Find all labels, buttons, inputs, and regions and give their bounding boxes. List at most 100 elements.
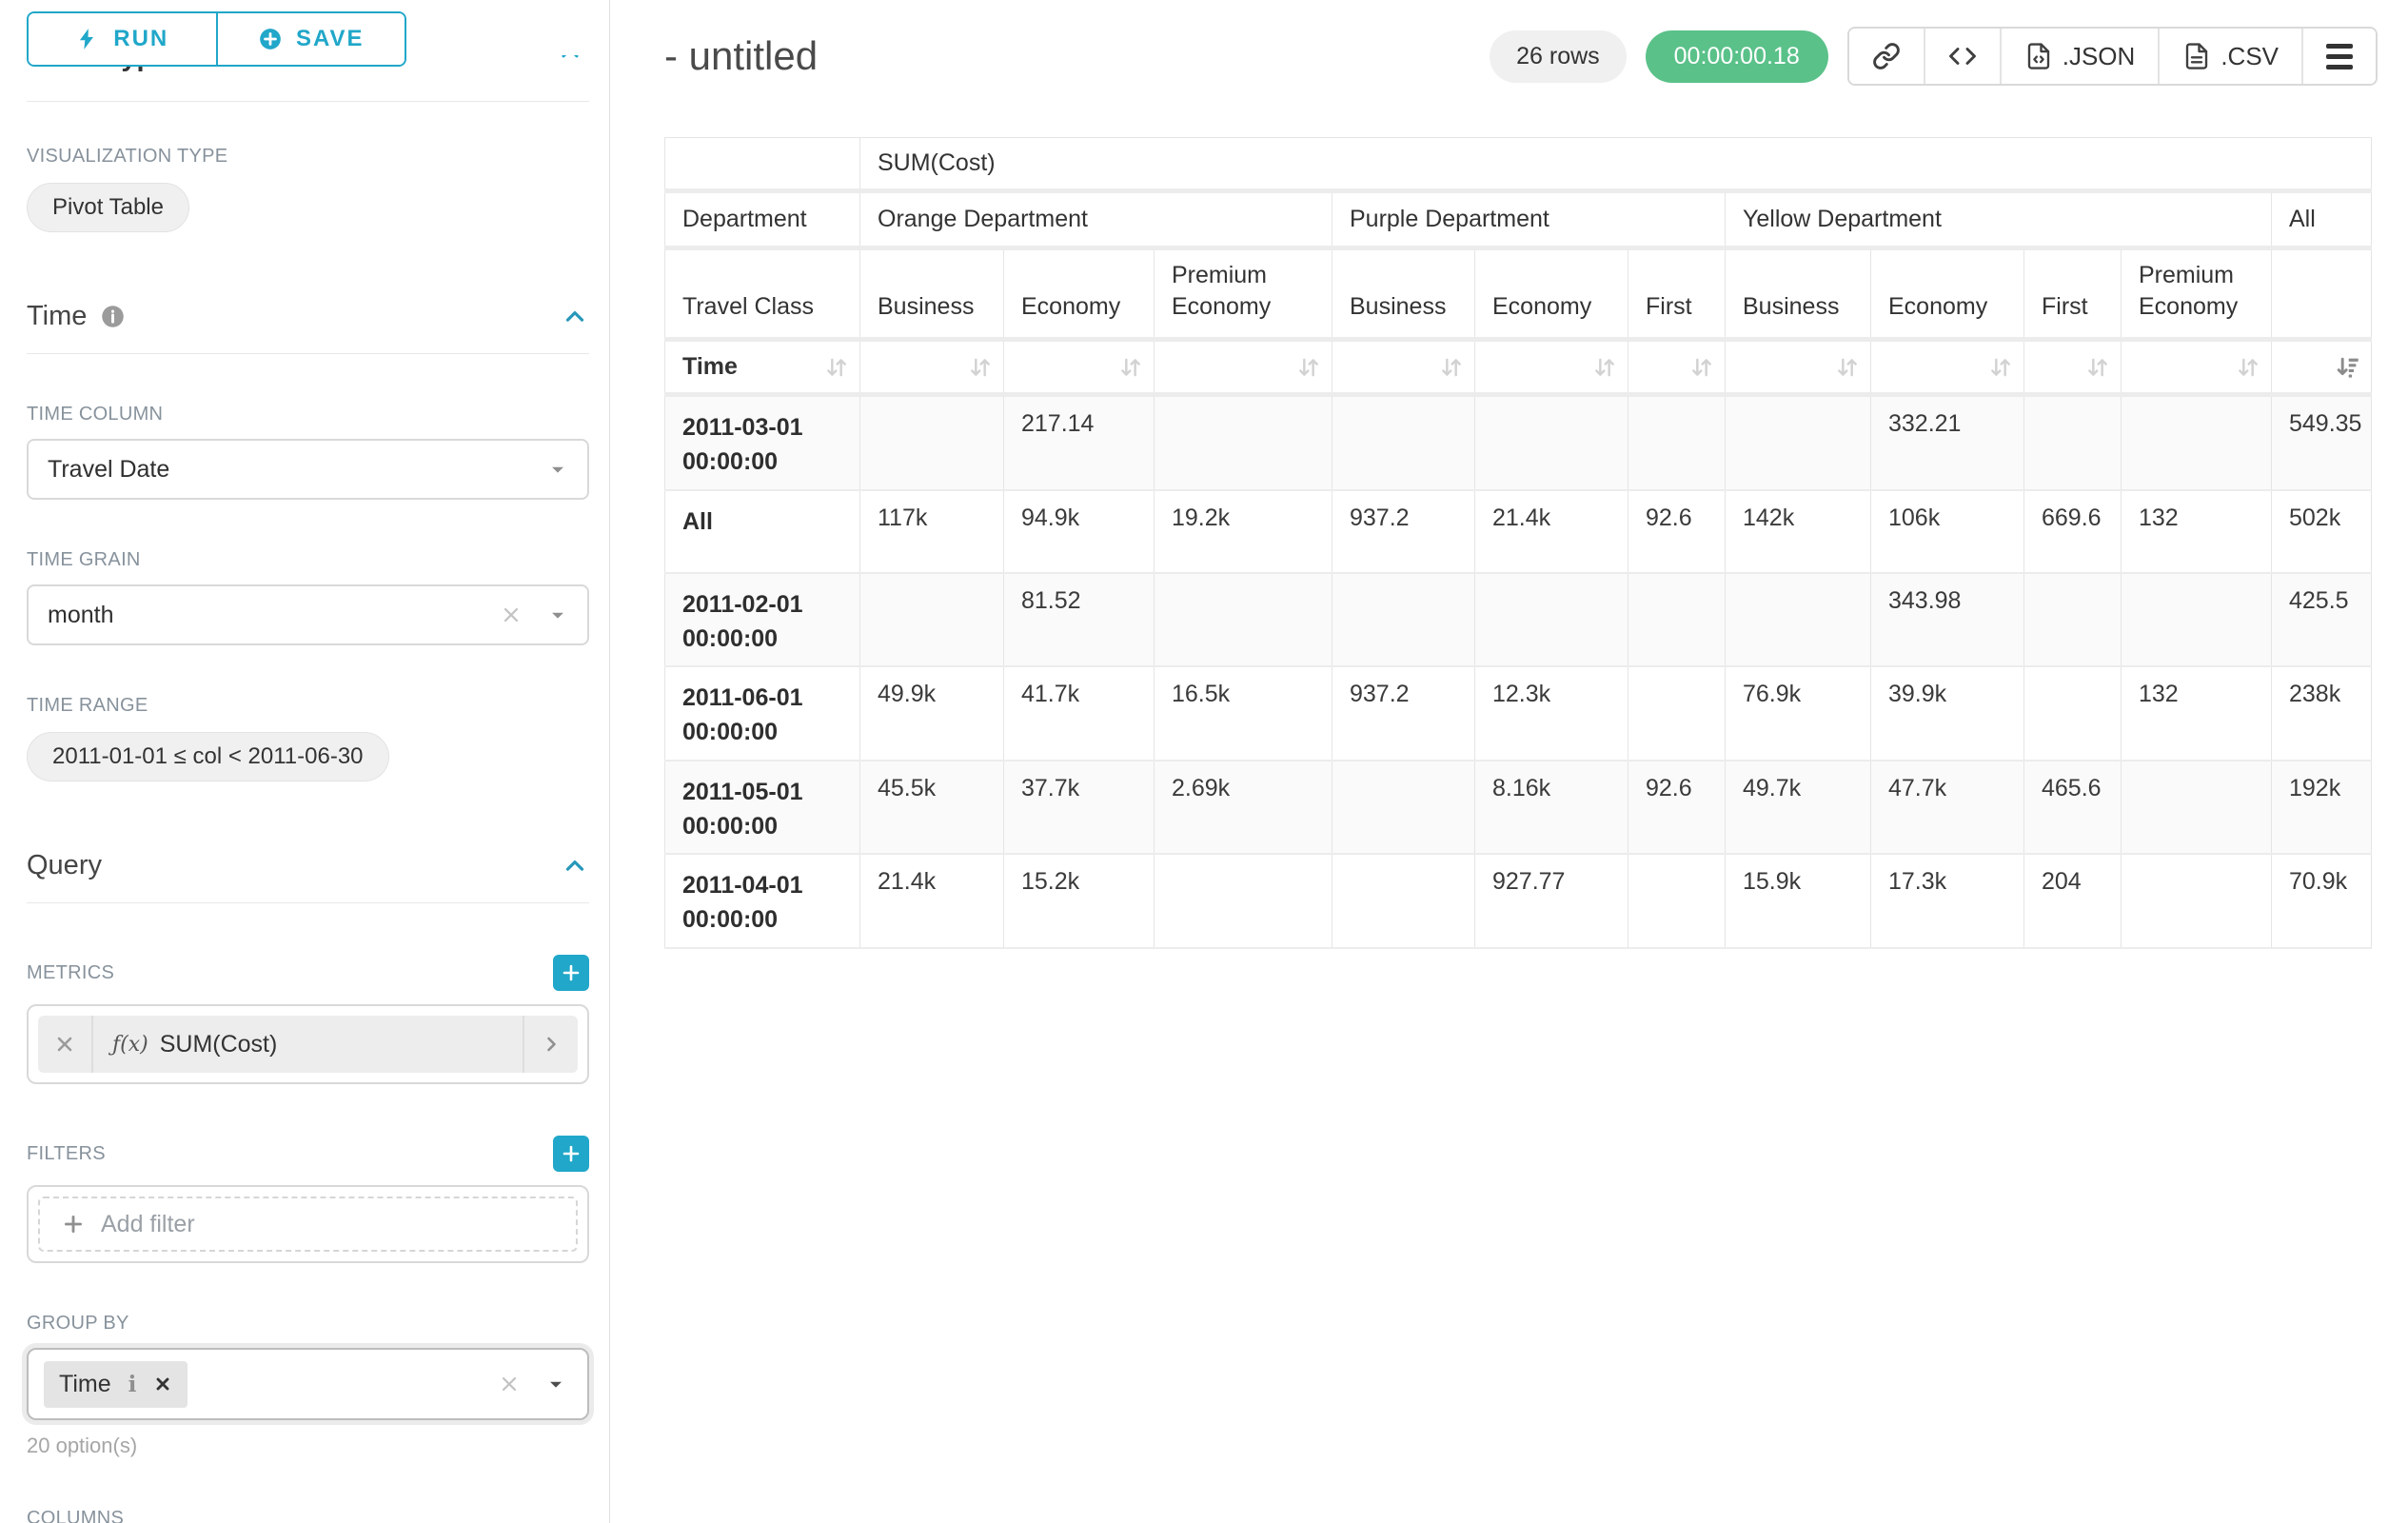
pivot-cell xyxy=(2024,573,2122,667)
pivot-cell xyxy=(1628,573,1726,667)
pivot-col-group-header: Orange Department xyxy=(860,191,1332,248)
pivot-col-header: First xyxy=(1628,248,1726,340)
run-button[interactable]: RUN xyxy=(29,13,216,65)
pivot-body: 2011-03-01 00:00:00217.14332.21549.35All… xyxy=(665,395,2372,948)
pivot-cell xyxy=(1332,854,1475,948)
menu-button[interactable] xyxy=(2301,29,2376,84)
pivot-cell: 37.7k xyxy=(1004,761,1155,855)
time-grain-label: TIME GRAIN xyxy=(27,549,589,571)
visualization-type-pill[interactable]: Pivot Table xyxy=(27,183,189,232)
remove-tag-icon[interactable] xyxy=(153,1375,172,1394)
time-range-pill[interactable]: 2011-01-01 ≤ col < 2011-06-30 xyxy=(27,732,389,781)
save-button[interactable]: SAVE xyxy=(216,13,405,65)
pivot-col-header: Premium Economy xyxy=(2122,248,2272,340)
metric-chip-body: ƒ(x) SUM(Cost) xyxy=(93,1016,523,1073)
add-filter-dropzone[interactable]: Add filter xyxy=(38,1197,578,1252)
sort-icon[interactable] xyxy=(967,354,994,381)
query-section-title: Query xyxy=(27,850,102,881)
pivot-sort-time-button[interactable]: Time xyxy=(665,340,860,395)
pivot-col-group-header: All xyxy=(2272,191,2372,248)
code-icon xyxy=(1948,42,1977,70)
pivot-cell xyxy=(860,573,1004,667)
add-metric-button[interactable] xyxy=(553,955,589,991)
clear-icon[interactable] xyxy=(500,603,523,626)
pivot-sort-column-button[interactable] xyxy=(1726,340,1871,395)
pivot-cell xyxy=(1332,761,1475,855)
clear-icon[interactable] xyxy=(498,1373,521,1395)
pivot-sort-column-button[interactable] xyxy=(1871,340,2024,395)
pivot-cell xyxy=(2024,395,2122,490)
pivot-col-header xyxy=(2272,248,2372,340)
time-column-select[interactable]: Travel Date xyxy=(27,439,589,500)
pivot-sort-column-button[interactable] xyxy=(2024,340,2122,395)
visualization-type-label: VISUALIZATION TYPE xyxy=(27,146,589,168)
pivot-sort-column-button[interactable] xyxy=(2122,340,2272,395)
sort-icon[interactable] xyxy=(1987,354,2014,381)
pivot-cell xyxy=(1628,395,1726,490)
pivot-cell: 669.6 xyxy=(2024,490,2122,573)
pivot-cell xyxy=(860,395,1004,490)
pivot-cell xyxy=(2024,666,2122,761)
pivot-cell: 12.3k xyxy=(1475,666,1628,761)
pivot-col-header: Premium Economy xyxy=(1155,248,1332,340)
sort-icon[interactable] xyxy=(1117,354,1144,381)
pivot-row-dim-travel-class: Travel Class xyxy=(665,248,860,340)
sort-icon[interactable] xyxy=(1688,354,1715,381)
pivot-col-header: Economy xyxy=(1871,248,2024,340)
chevron-up-icon[interactable] xyxy=(561,852,589,880)
pivot-cell: 332.21 xyxy=(1871,395,2024,490)
pivot-cell: 927.77 xyxy=(1475,854,1628,948)
bolt-icon xyxy=(75,27,100,51)
remove-metric-icon[interactable] xyxy=(38,1016,93,1073)
pivot-cell: 465.6 xyxy=(2024,761,2122,855)
pivot-cell: 94.9k xyxy=(1004,490,1155,573)
pivot-row: 2011-06-01 00:00:0049.9k41.7k16.5k937.21… xyxy=(665,666,2372,761)
view-query-button[interactable] xyxy=(1924,29,2000,84)
pivot-cell xyxy=(1155,573,1332,667)
caret-down-icon xyxy=(547,459,568,480)
group-by-tag-time[interactable]: Time xyxy=(44,1361,188,1408)
pivot-col-header: First xyxy=(2024,248,2122,340)
pivot-sort-column-button[interactable] xyxy=(860,340,1004,395)
pivot-sort-column-button[interactable] xyxy=(1004,340,1155,395)
pivot-col-header: Economy xyxy=(1475,248,1628,340)
sort-icon[interactable] xyxy=(1591,354,1618,381)
pivot-sort-column-button[interactable] xyxy=(1155,340,1332,395)
chart-header: - untitled 26 rows 00:00:00.18 .JSON xyxy=(664,25,2408,88)
sort-icon[interactable] xyxy=(2084,354,2111,381)
chevron-up-icon[interactable] xyxy=(557,55,583,71)
chevron-up-icon[interactable] xyxy=(561,303,589,331)
copy-link-button[interactable] xyxy=(1849,29,1924,84)
caret-down-icon[interactable] xyxy=(545,1374,566,1394)
pivot-cell xyxy=(1726,395,1871,490)
pivot-cell: 502k xyxy=(2272,490,2372,573)
chart-title[interactable]: - untitled xyxy=(664,33,818,79)
add-filter-button[interactable] xyxy=(553,1136,589,1172)
chevron-right-icon[interactable] xyxy=(523,1016,578,1073)
export-csv-button[interactable]: .CSV xyxy=(2158,29,2301,84)
export-json-button[interactable]: .JSON xyxy=(2000,29,2159,84)
pivot-cell: 132 xyxy=(2122,666,2272,761)
pivot-sort-column-button[interactable] xyxy=(2272,340,2372,395)
pivot-cell: 45.5k xyxy=(860,761,1004,855)
metric-chip[interactable]: ƒ(x) SUM(Cost) xyxy=(38,1016,578,1073)
pivot-sort-column-button[interactable] xyxy=(1332,340,1475,395)
pivot-cell: 192k xyxy=(2272,761,2372,855)
menu-icon xyxy=(2326,44,2353,69)
pivot-cell xyxy=(1155,854,1332,948)
plus-icon xyxy=(560,961,582,984)
group-by-select[interactable]: Time xyxy=(27,1348,589,1420)
sort-icon[interactable] xyxy=(823,354,850,381)
sort-icon[interactable] xyxy=(1834,354,1861,381)
pivot-sort-column-button[interactable] xyxy=(1475,340,1628,395)
sort-icon[interactable] xyxy=(2235,354,2261,381)
sort-desc-icon[interactable] xyxy=(2335,354,2361,381)
pivot-cell xyxy=(1628,854,1726,948)
time-grain-select[interactable]: month xyxy=(27,584,589,645)
pivot-cell xyxy=(1628,666,1726,761)
run-save-button-group: RUN SAVE xyxy=(27,11,406,67)
pivot-col-header: Economy xyxy=(1004,248,1155,340)
sort-icon[interactable] xyxy=(1295,354,1322,381)
pivot-sort-column-button[interactable] xyxy=(1628,340,1726,395)
sort-icon[interactable] xyxy=(1438,354,1465,381)
